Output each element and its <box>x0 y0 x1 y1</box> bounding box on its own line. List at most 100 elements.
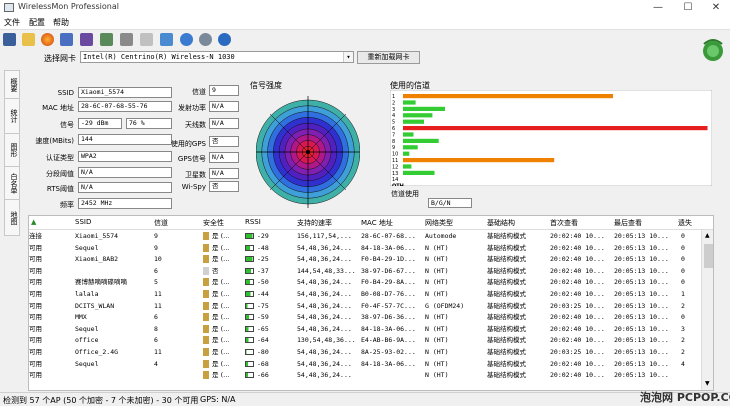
cell-infra: 基础结构模式 <box>487 313 526 322</box>
tab-stats[interactable]: 统计 <box>5 99 19 134</box>
table-row[interactable]: 可用 Sequel 9 是 (… -48 54,48,36,24... 84-18-3A-0… <box>29 243 701 255</box>
reload-nic-button[interactable]: 重新加载网卡 <box>357 51 420 64</box>
table-row[interactable]: 可用 Sequel 4 是 (… -68 54,48,36,24... 84-18-3A-0… <box>29 359 701 371</box>
column-header[interactable]: 基础结构 <box>487 218 515 228</box>
column-header[interactable]: 支持的速率 <box>297 218 332 228</box>
lock-icon <box>203 336 209 345</box>
lock-icon <box>203 255 209 264</box>
scroll-up-icon[interactable]: ▲ <box>705 232 710 239</box>
cell-lost: 3 <box>681 324 685 333</box>
column-header[interactable]: RSSI <box>245 218 261 226</box>
column-header[interactable]: 最后查看 <box>614 218 642 228</box>
cell-status: 可用 <box>29 243 42 252</box>
column-header[interactable]: ▲ <box>31 218 36 226</box>
channel-label-12: 12 <box>392 164 398 170</box>
vertical-scrollbar[interactable]: ▲ ▼ <box>701 230 713 390</box>
cell-rate: 54,48,36,24... <box>297 243 352 252</box>
record-icon[interactable] <box>41 33 54 46</box>
nic-select[interactable]: Intel(R) Centrino(R) Wireless-N 1030 ▾ <box>80 51 354 63</box>
table-row[interactable]: 可用 6 否 -37 144,54,48,33... 38-97-D6-67... N (H… <box>29 266 701 278</box>
table-row[interactable]: 可用 MMX 6 是 (… -59 54,48,36,24... 38-97-D6-36..… <box>29 312 701 324</box>
cell-lost: 1 <box>681 290 685 298</box>
table-row[interactable]: 可用 Sequel 8 是 (… -65 54,48,36,24... 84-18-3A-0… <box>29 324 701 336</box>
table-row[interactable]: 可用 是 (… -66 54,48,36,24... N (HT) 基础结构模式 20:02… <box>29 370 701 382</box>
tab-summary[interactable]: 概要 <box>5 71 19 99</box>
cell-sec: 是 (… <box>212 324 230 333</box>
refresh-icon[interactable] <box>180 33 193 46</box>
tab-map[interactable]: 地图 <box>5 200 19 235</box>
network-icon[interactable] <box>60 33 73 46</box>
tab-whitelist[interactable]: 白名单 <box>5 167 19 200</box>
antenna-label: 天线数 <box>185 121 206 129</box>
cell-rssi: -65 <box>257 324 269 333</box>
column-header[interactable]: MAC 地址 <box>361 218 393 228</box>
cell-infra: 基础结构模式 <box>487 278 526 287</box>
cell-infra: 基础结构模式 <box>487 301 526 310</box>
signal-dbm-value: -29 dBm <box>78 118 122 129</box>
cell-type: N (HT) <box>425 266 449 275</box>
tab-graph[interactable]: 图形 <box>5 134 19 167</box>
cell-lost: 0 <box>681 243 685 252</box>
channel-label-13: 13 <box>392 171 398 177</box>
cell-sec: 是 (… <box>212 371 230 380</box>
column-header[interactable]: 网络类型 <box>425 218 453 228</box>
table-row[interactable]: 可用 lalala 11 是 (… -44 54,48,36,24... B0-08-D7-… <box>29 289 701 301</box>
print-icon[interactable] <box>120 33 133 46</box>
signal-strength-bar <box>245 337 254 344</box>
menu-config[interactable]: 配置 <box>29 17 45 28</box>
channel-mode-select[interactable]: B/G/N <box>428 198 472 208</box>
column-header[interactable]: 信道 <box>154 218 168 228</box>
cell-first: 20:02:40 10... <box>550 232 605 240</box>
scroll-down-icon[interactable]: ▼ <box>705 380 710 387</box>
channel-label-5: 5 <box>392 120 395 126</box>
speed-label: 速度(MBits) <box>35 137 74 145</box>
settings-icon[interactable] <box>199 33 212 46</box>
column-header[interactable]: SSID <box>75 218 91 226</box>
open-folder-icon[interactable] <box>22 33 35 46</box>
cell-rate: 54,48,36,24... <box>297 290 352 298</box>
cell-rssi: -25 <box>257 255 269 264</box>
cell-ch: 11 <box>154 290 162 298</box>
table-row[interactable]: 连接 Xiaomi_5574 9 是 (… -29 156,117,54,... 28-6C… <box>29 231 701 243</box>
scrollbar-thumb[interactable] <box>704 244 713 268</box>
table-row[interactable]: 可用 office 6 是 (… -64 130,54,48,36... E4-AB-B6-… <box>29 335 701 347</box>
cell-lost: 0 <box>681 266 685 275</box>
cell-infra: 基础结构模式 <box>487 266 526 275</box>
cell-infra: 基础结构模式 <box>487 232 526 240</box>
nic-select-value: Intel(R) Centrino(R) Wireless-N 1030 <box>83 53 235 61</box>
cell-last: 20:05:13 10... <box>614 290 669 298</box>
cell-status: 可用 <box>29 255 42 264</box>
cell-rssi: -66 <box>257 371 269 380</box>
frag-value: N/A <box>78 167 172 178</box>
column-header[interactable]: 安全性 <box>203 218 224 228</box>
column-header[interactable]: 遗失 <box>678 218 692 228</box>
channel-label-8: 8 <box>392 139 395 145</box>
save-icon[interactable] <box>3 33 16 46</box>
cell-first: 20:03:25 10... <box>550 301 605 310</box>
table-row[interactable]: 可用 Xiaomi_8AB2 10 是 (… -25 54,48,36,24... F0-B… <box>29 254 701 266</box>
export-icon[interactable] <box>100 33 113 46</box>
menu-file[interactable]: 文件 <box>4 17 20 28</box>
column-header[interactable]: 首次查看 <box>550 218 578 228</box>
minimize-button[interactable]: — <box>644 0 672 16</box>
maximize-button[interactable]: ☐ <box>674 0 702 16</box>
copy-icon[interactable] <box>160 33 173 46</box>
menu-help[interactable]: 帮助 <box>53 17 69 28</box>
table-row[interactable]: 可用 DCITS_WLAN 11 是 (… -75 54,48,36,24... F0-4F… <box>29 301 701 313</box>
close-button[interactable]: ✕ <box>702 0 730 16</box>
lock-icon <box>203 348 209 356</box>
table-row[interactable]: 可用 Office_2.4G 11 是 (… -80 54,48,36,24... 8A-2… <box>29 347 701 359</box>
cell-rate: 54,48,36,24... <box>297 301 352 310</box>
channel-label: 信道 <box>192 88 206 96</box>
clear-icon[interactable] <box>140 33 153 46</box>
table-row[interactable]: 可用 赛博赫嘀嘀碟嘀嘀 5 是 (… -50 54,48,36,24... F0-B4-29… <box>29 277 701 289</box>
help-icon[interactable] <box>218 33 231 46</box>
cell-infra: 基础结构模式 <box>487 371 526 380</box>
cell-infra: 基础结构模式 <box>487 290 526 298</box>
chart-icon[interactable] <box>80 33 93 46</box>
chevron-down-icon[interactable]: ▾ <box>343 52 353 62</box>
cell-type: N (HT) <box>425 371 449 380</box>
channel-bar-7 <box>403 132 414 137</box>
channel-label-11: 11 <box>392 158 398 164</box>
antenna-value: N/A <box>209 118 239 129</box>
